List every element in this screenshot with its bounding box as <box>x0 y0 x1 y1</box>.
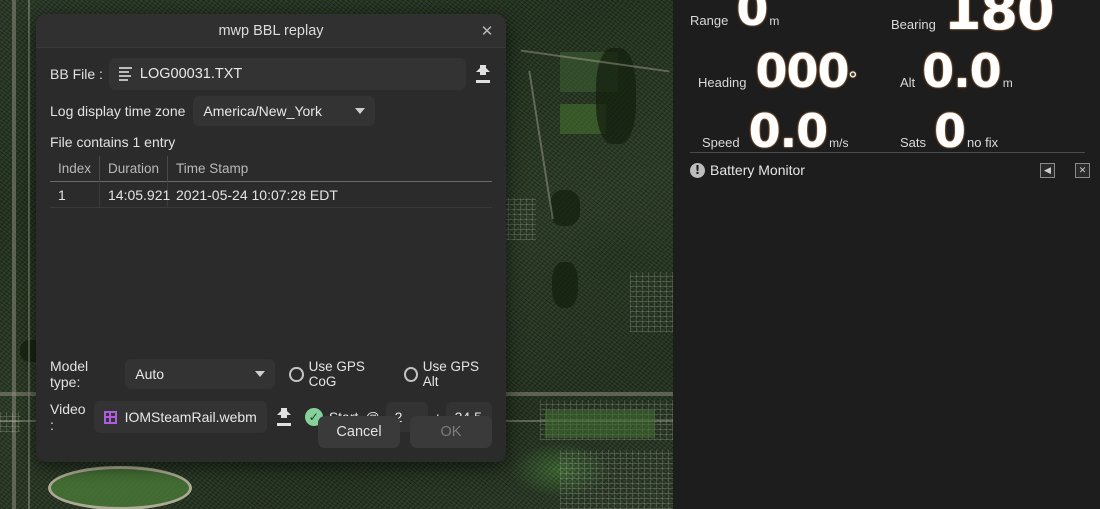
range-label: Range <box>690 13 729 28</box>
panel-divider <box>690 152 1085 153</box>
bb-file-label: BB File : <box>50 66 103 82</box>
dialog-title: mwp BBL replay <box>218 22 324 39</box>
right-panel: Range 0 m Bearing 180 Heading 000 ° Alt … <box>673 0 1100 509</box>
map-road <box>12 0 16 509</box>
model-type-row: Model type: Auto Use GPS CoG Use GPS Alt <box>50 356 492 392</box>
model-type-label: Model type: <box>50 358 89 390</box>
video-file-value: IOMSteamRail.webm <box>124 409 257 425</box>
heading-value: 000 <box>755 44 849 98</box>
dialog-body: BB File : LOG00031.TXT Log display time … <box>36 54 506 436</box>
column-header-timestamp[interactable]: Time Stamp <box>168 156 492 182</box>
log-table-header: Index Duration Time Stamp <box>50 155 492 182</box>
map-road <box>28 0 30 509</box>
model-type-value: Auto <box>135 366 165 382</box>
map-dark-patch <box>552 262 578 308</box>
ok-button[interactable]: OK <box>410 416 492 448</box>
model-type-select[interactable]: Auto <box>125 359 276 389</box>
alt-decimal-separator: . <box>953 44 971 98</box>
sats-label: Sats <box>900 135 927 150</box>
timezone-row: Log display time zone America/New_York <box>50 94 492 128</box>
video-label: Video : <box>50 401 86 433</box>
battery-close-button[interactable]: ✕ <box>1075 162 1090 178</box>
map-urban-area <box>502 198 536 240</box>
telemetry-heading: Heading 000 ° <box>698 48 857 94</box>
heading-label: Heading <box>698 75 747 90</box>
timezone-label: Log display time zone <box>50 103 186 119</box>
telemetry-speed: Speed 0 . 0 m/s <box>702 108 848 154</box>
range-value: 0 <box>736 0 768 36</box>
radio-use-gps-alt[interactable]: Use GPS Alt <box>403 359 492 389</box>
cell-timestamp: 2021-05-24 10:07:28 EDT <box>176 186 338 203</box>
cell-duration: 14:05.921 <box>100 181 170 208</box>
screen: Range 0 m Bearing 180 Heading 000 ° Alt … <box>0 0 1100 509</box>
telemetry-bearing: Bearing 180 <box>891 0 1055 42</box>
radio-icon <box>289 366 304 382</box>
dialog-titlebar: mwp BBL replay ✕ <box>36 14 506 48</box>
warning-icon: ! <box>690 162 705 178</box>
telemetry-alt: Alt 0 . 0 m <box>900 48 1013 94</box>
chevron-down-icon <box>355 108 366 114</box>
radio-use-gps-alt-label: Use GPS Alt <box>422 359 480 389</box>
alt-value-dec: 0 <box>969 44 1002 98</box>
map-urban-area <box>0 412 20 432</box>
speed-value-dec: 0 <box>796 104 828 158</box>
column-header-duration[interactable]: Duration <box>100 155 168 182</box>
upload-icon[interactable] <box>474 65 492 83</box>
column-header-index[interactable]: Index <box>50 155 100 182</box>
alt-unit: m <box>1002 76 1013 90</box>
dialog-actions: Cancel OK <box>318 416 492 448</box>
bbl-replay-dialog: mwp BBL replay ✕ BB File : LOG00031.TXT … <box>36 14 506 462</box>
speed-value-int: 0 <box>748 104 781 158</box>
chevron-down-icon <box>255 371 266 377</box>
bb-file-value: LOG00031.TXT <box>139 66 243 82</box>
video-file-input[interactable]: IOMSteamRail.webm <box>93 401 267 433</box>
upload-icon[interactable] <box>275 408 293 426</box>
battery-collapse-button[interactable]: ◀ <box>1040 162 1055 178</box>
radio-icon <box>403 366 418 382</box>
radio-use-gps-cog-label: Use GPS CoG <box>308 359 365 389</box>
map-stadium <box>48 466 192 509</box>
map-dark-patch <box>550 190 580 226</box>
map-field <box>545 410 655 438</box>
battery-monitor-title: Battery Monitor <box>710 162 805 178</box>
list-icon <box>118 65 132 84</box>
cancel-button[interactable]: Cancel <box>318 416 400 448</box>
map-urban-area <box>630 272 674 332</box>
timezone-select[interactable]: America/New_York <box>193 96 376 126</box>
close-icon[interactable]: ✕ <box>478 22 496 40</box>
range-unit: m <box>769 14 780 28</box>
radio-use-gps-cog[interactable]: Use GPS CoG <box>289 359 389 389</box>
telemetry-sats: Sats 0 no fix <box>900 108 998 154</box>
bearing-label: Bearing <box>891 17 936 32</box>
telemetry-readout: Range 0 m Bearing 180 Heading 000 ° Alt … <box>673 0 1100 154</box>
bearing-value: 180 <box>943 0 1055 42</box>
bb-file-row: BB File : LOG00031.TXT <box>50 54 492 94</box>
speed-label: Speed <box>702 135 740 150</box>
bb-file-input[interactable]: LOG00031.TXT <box>108 58 466 90</box>
sats-status: no fix <box>967 135 999 150</box>
map-urban-area <box>560 450 673 509</box>
film-icon <box>103 410 117 424</box>
alt-value-int: 0 <box>922 44 954 98</box>
alt-label: Alt <box>900 75 916 90</box>
speed-unit: m/s <box>829 136 849 150</box>
sats-value: 0 <box>934 104 966 158</box>
log-table: Index Duration Time Stamp 1 14:05.921 20… <box>50 155 492 352</box>
speed-decimal-separator: . <box>779 104 798 158</box>
timezone-value: America/New_York <box>203 103 322 119</box>
telemetry-range: Range 0 m <box>690 0 779 32</box>
file-entry-count: File contains 1 entry <box>50 134 176 150</box>
table-row[interactable]: 1 14:05.921 2021-05-24 10:07:28 EDT <box>50 181 492 208</box>
log-table-empty-space <box>50 208 492 352</box>
battery-monitor-bar: ! Battery Monitor ◀ ✕ <box>690 158 1090 182</box>
cell-index: 1 <box>50 181 100 208</box>
heading-unit: ° <box>848 67 858 92</box>
